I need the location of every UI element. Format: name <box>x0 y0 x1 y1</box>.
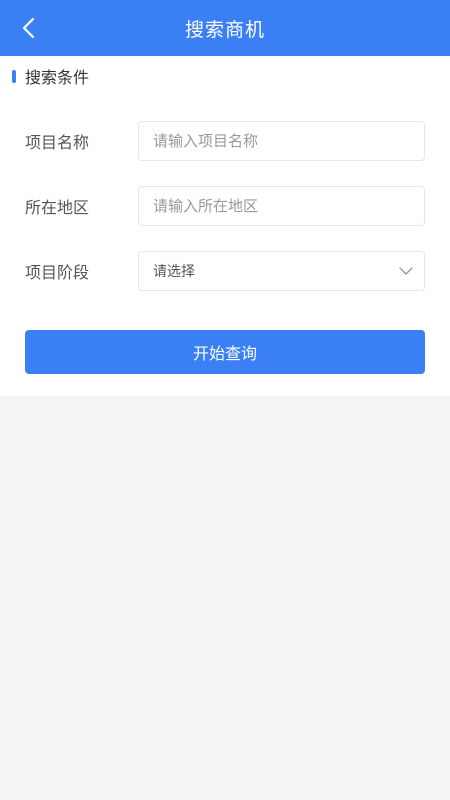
form-row-project-stage: 项目阶段 请选择 <box>25 251 425 291</box>
form-row-project-name: 项目名称 <box>25 121 425 161</box>
region-input[interactable] <box>138 186 425 226</box>
start-search-button[interactable]: 开始查询 <box>25 330 425 374</box>
chevron-down-icon <box>399 267 413 275</box>
region-label: 所在地区 <box>25 198 90 217</box>
project-name-label: 项目名称 <box>25 133 90 152</box>
section-accent-bar <box>12 69 16 83</box>
chevron-left-icon <box>22 17 35 39</box>
page-title: 搜索商机 <box>184 18 265 41</box>
form-row-region: 所在地区 <box>25 186 425 226</box>
section-header: 搜索条件 <box>12 66 90 87</box>
app-header: 搜索商机 <box>0 0 450 56</box>
project-stage-label: 项目阶段 <box>25 263 90 282</box>
project-stage-select[interactable]: 请选择 <box>138 251 425 291</box>
project-name-input[interactable] <box>138 121 425 161</box>
section-title: 搜索条件 <box>25 68 90 87</box>
back-button[interactable] <box>12 12 44 44</box>
project-stage-selected: 请选择 <box>153 264 195 280</box>
